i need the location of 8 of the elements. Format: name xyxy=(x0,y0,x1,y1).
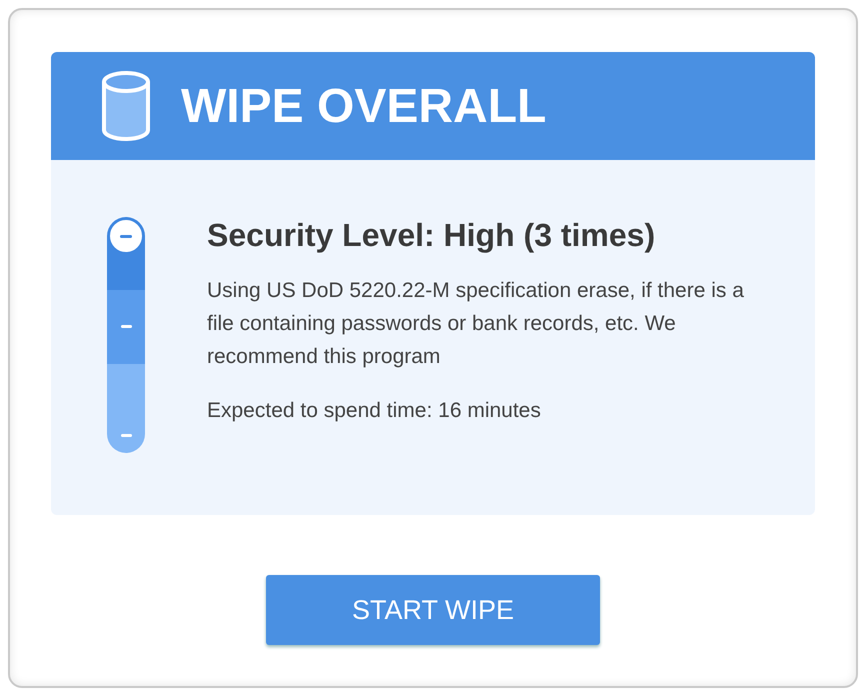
security-level-title: Security Level: High (3 times) xyxy=(207,217,656,254)
security-slider[interactable] xyxy=(107,217,145,453)
time-estimate: Expected to spend time: 16 minutes xyxy=(207,399,542,423)
start-wipe-button[interactable]: START WIPE xyxy=(266,575,600,645)
slider-thumb[interactable] xyxy=(108,218,144,254)
description-text: Using US DoD 5220.22-M specification erase, if there is a file containing passwords or bank records, etc. We recommend this program xyxy=(207,278,745,370)
header-title: WIPE OVERALL xyxy=(181,78,546,134)
cylinder-icon xyxy=(101,70,151,142)
